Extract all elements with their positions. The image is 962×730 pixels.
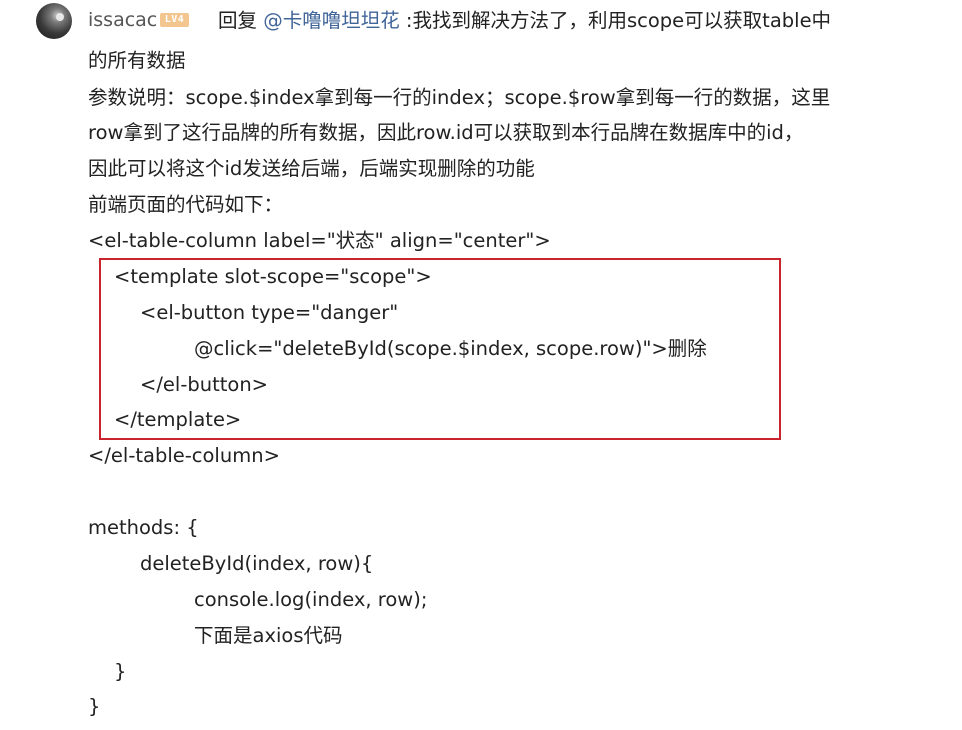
code-line: methods: { [88,516,199,539]
mention-link[interactable]: @卡噜噜坦坦花 [263,9,400,32]
code-line: <el-table-column label="状态" align="cente… [88,229,551,252]
comment-text-line: 的所有数据 [88,49,186,72]
comment-text-line: 前端页面的代码如下： [88,193,284,216]
code-line: </el-table-column> [88,444,280,467]
code-line: deleteById(index, row){ [140,552,374,575]
code-line: <template slot-scope="scope"> [114,265,432,288]
username[interactable]: issacac [88,8,157,32]
comment-text-line: 因此可以将这个id发送给后端，后端实现删除的功能 [88,157,535,180]
code-line: } [114,660,127,683]
code-line: <el-button type="danger" [140,301,399,324]
level-badge: LV4 [160,13,189,27]
comment-text-line: row拿到了这行品牌的所有数据，因此row.id可以获取到本行品牌在数据库中的i… [88,121,804,144]
avatar-highlight [56,13,64,21]
comment-first-line: 回复 @卡噜噜坦坦花 :我找到解决方法了，利用scope可以获取table中 [218,8,831,34]
code-line: </template> [114,408,242,431]
code-line: </el-button> [140,373,269,396]
code-line: @click="deleteById(scope.$index, scope.r… [194,337,707,360]
code-line: console.log(index, row); [194,588,428,611]
user-avatar[interactable] [36,3,72,39]
reply-prefix: 回复 [218,9,264,32]
comment-text-first: :我找到解决方法了，利用scope可以获取table中 [399,9,832,32]
code-line: 下面是axios代码 [194,624,343,647]
code-line: } [88,695,101,718]
comment-text-line: 参数说明：scope.$index拿到每一行的index；scope.$row拿… [88,86,831,109]
